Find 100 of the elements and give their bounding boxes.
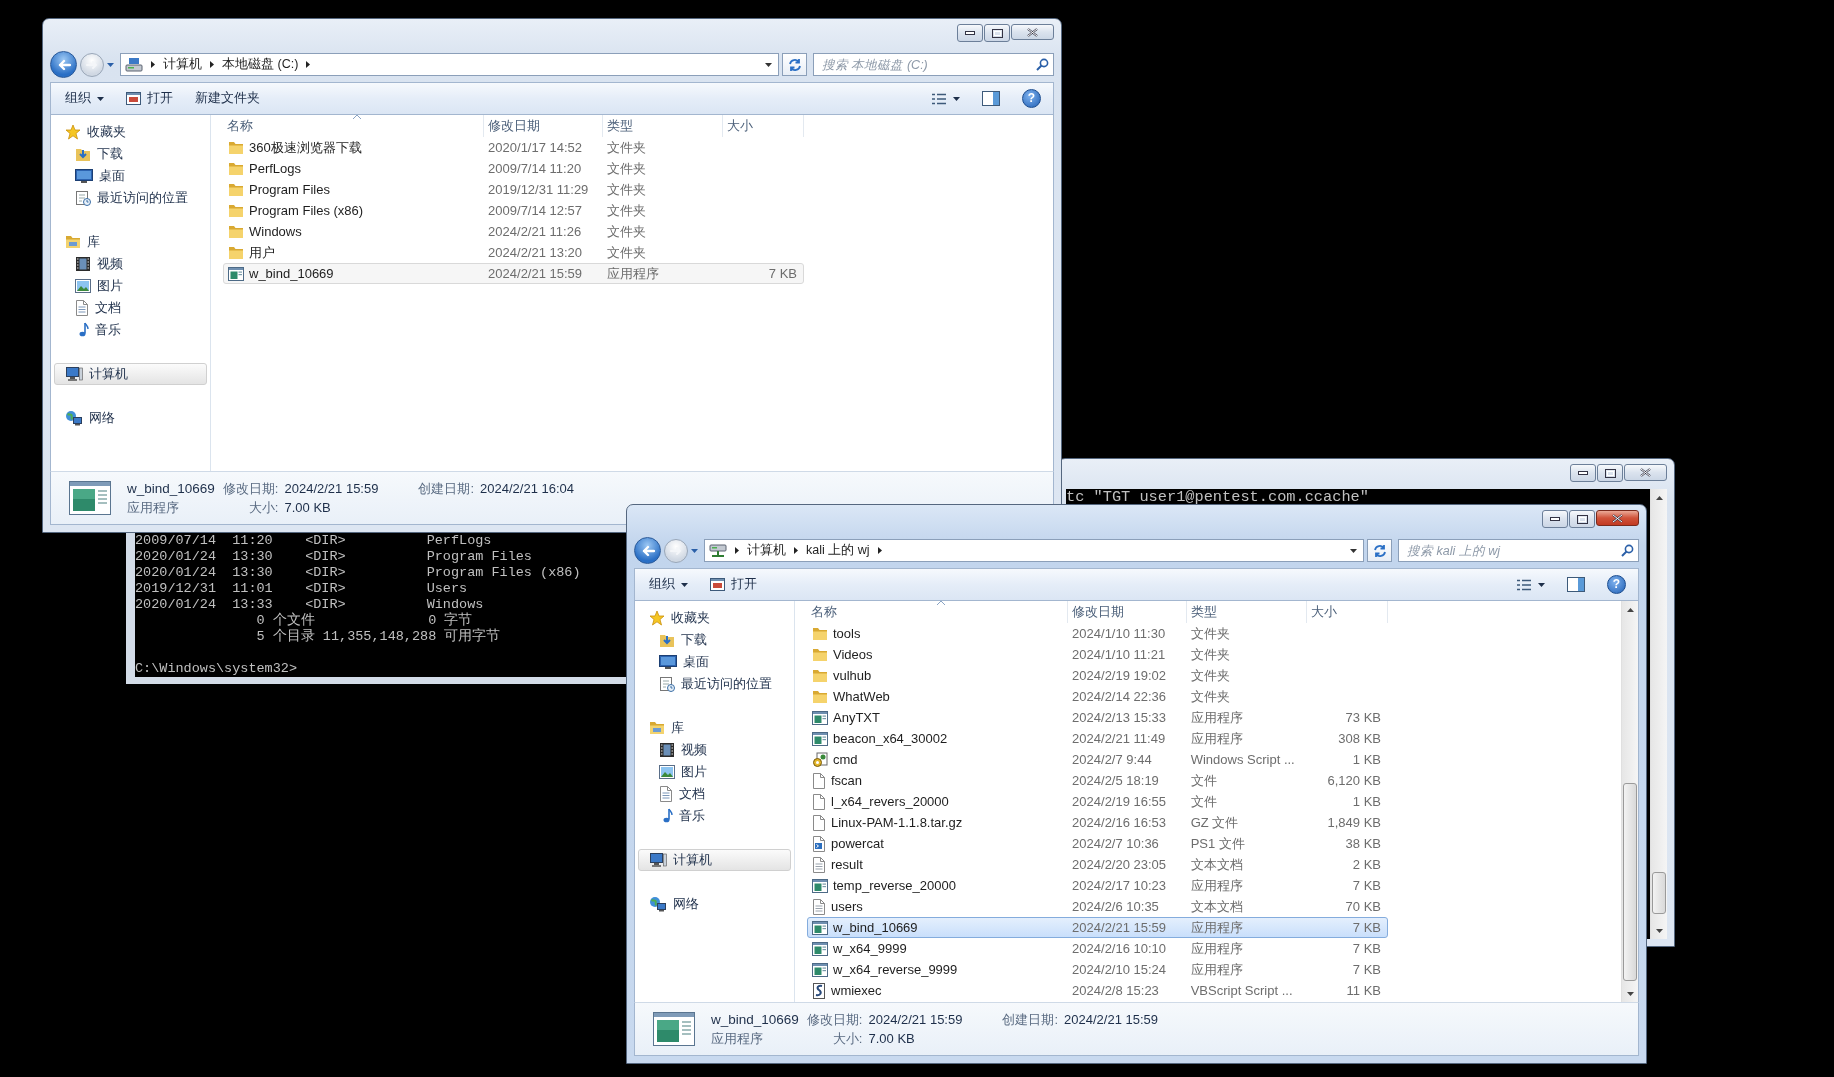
nav-item[interactable]: 图片 [638, 761, 791, 783]
nav-item[interactable]: 最近访问的位置 [638, 673, 791, 695]
nav-item[interactable]: 图片 [54, 275, 207, 297]
scroll-up-arrow-icon[interactable] [1626, 607, 1634, 612]
file-row[interactable]: users 2024/2/6 10:35 文本文档 70 KB [807, 896, 1388, 917]
nav-item[interactable]: 文档 [54, 297, 207, 319]
scrollbar-thumb[interactable] [1652, 872, 1666, 914]
breadcrumb-link[interactable]: 计算机 [163, 57, 202, 72]
file-row[interactable]: 用户 2024/2/21 13:20 文件夹 [223, 242, 804, 263]
toolbar-button[interactable]: 新建文件夹 [187, 88, 268, 109]
file-row[interactable]: l_x64_revers_20000 2024/2/19 16:55 文件 1 KB [807, 791, 1388, 812]
breadcrumb-link[interactable]: 本地磁盘 (C:) [222, 57, 299, 72]
menu-button[interactable]: 组织 [641, 574, 696, 595]
scrollbar[interactable] [1621, 601, 1638, 1002]
close-button[interactable] [1596, 510, 1639, 526]
nav-item[interactable]: 收藏夹 [54, 121, 207, 143]
file-row[interactable]: result 2024/2/20 23:05 文本文档 2 KB [807, 854, 1388, 875]
file-row[interactable]: Linux-PAM-1.1.8.tar.gz 2024/2/16 16:53 GZ 文件 1,849 KB [807, 812, 1388, 833]
column-header[interactable]: 大小 [723, 115, 804, 137]
breadcrumb-link[interactable]: kali 上的 wj [806, 543, 870, 558]
address-bar[interactable]: 计算机 kali 上的 wj [704, 539, 1364, 562]
close-button[interactable] [1011, 24, 1054, 40]
nav-item[interactable]: 桌面 [638, 651, 791, 673]
file-row[interactable]: vulhub 2024/2/19 19:02 文件夹 [807, 665, 1388, 686]
nav-item[interactable]: 视频 [54, 253, 207, 275]
scrollbar-thumb[interactable] [1623, 783, 1637, 982]
file-row[interactable]: w_bind_10669 2024/2/21 15:59 应用程序 7 KB [807, 917, 1388, 938]
file-row[interactable]: WhatWeb 2024/2/14 22:36 文件夹 [807, 686, 1388, 707]
chevron-icon[interactable] [876, 546, 883, 555]
nav-item[interactable]: 下载 [54, 143, 207, 165]
file-row[interactable]: w_x64_reverse_9999 2024/2/10 15:24 应用程序 7 KB [807, 959, 1388, 980]
search-field[interactable]: 搜索 本地磁盘 (C:) [813, 53, 1054, 76]
modified-date: 2020/1/17 14:52 [488, 139, 583, 155]
file-row[interactable]: cmd 2024/2/7 9:44 Windows Script ... 1 KB [807, 749, 1388, 770]
refresh-button[interactable] [1367, 539, 1392, 562]
file-name: Linux-PAM-1.1.8.tar.gz [831, 814, 963, 831]
column-header[interactable]: 名称 [223, 115, 484, 137]
column-header[interactable]: 名称 [807, 601, 1068, 623]
refresh-button[interactable] [782, 53, 807, 76]
chevron-icon[interactable] [305, 60, 312, 69]
nav-item[interactable]: 网络 [54, 407, 207, 429]
nav-item[interactable]: 收藏夹 [638, 607, 791, 629]
file-row[interactable]: wmiexec 2024/2/8 15:23 VBScript Script ... 11 KB [807, 980, 1388, 1001]
file-row[interactable]: 360极速浏览器下载 2020/1/17 14:52 文件夹 [223, 137, 804, 158]
column-header[interactable]: 类型 [1187, 601, 1307, 623]
column-header[interactable]: 修改日期 [484, 115, 603, 137]
nav-item[interactable]: 桌面 [54, 165, 207, 187]
maximize-button[interactable] [1597, 464, 1623, 482]
nav-item[interactable]: 视频 [638, 739, 791, 761]
chevron-icon[interactable] [150, 60, 156, 69]
nav-item[interactable]: 文档 [638, 783, 791, 805]
nav-item[interactable]: 下载 [638, 629, 791, 651]
open-button[interactable]: 打开 [118, 88, 181, 109]
file-row[interactable]: PerfLogs 2009/7/14 11:20 文件夹 [223, 158, 804, 179]
nav-item[interactable]: 最近访问的位置 [54, 187, 207, 209]
back-button[interactable] [634, 537, 661, 564]
file-row[interactable]: beacon_x64_30002 2024/2/21 11:49 应用程序 308 KB [807, 728, 1388, 749]
nav-item[interactable]: 计算机 [54, 363, 207, 385]
minimize-button[interactable] [957, 24, 983, 42]
column-header[interactable]: 类型 [603, 115, 723, 137]
scroll-up-arrow-icon[interactable] [1655, 495, 1663, 500]
column-header[interactable]: 修改日期 [1068, 601, 1187, 623]
file-row[interactable]: Program Files (x86) 2009/7/14 12:57 文件夹 [223, 200, 804, 221]
maximize-button[interactable] [984, 24, 1010, 42]
file-row[interactable]: Program Files 2019/12/31 11:29 文件夹 [223, 179, 804, 200]
minimize-button[interactable] [1542, 510, 1568, 528]
nav-item[interactable]: 库 [54, 231, 207, 253]
file-row[interactable]: Windows 2024/2/21 11:26 文件夹 [223, 221, 804, 242]
menu-button[interactable]: 组织 [57, 88, 112, 109]
scroll-down-arrow-icon[interactable] [1626, 991, 1634, 996]
chevron-icon[interactable] [793, 546, 799, 555]
nav-item[interactable]: 音乐 [54, 319, 207, 341]
maximize-button[interactable] [1569, 510, 1595, 528]
column-header[interactable]: 大小 [1307, 601, 1388, 623]
file-row[interactable]: fscan 2024/2/5 18:19 文件 6,120 KB [807, 770, 1388, 791]
address-bar[interactable]: 计算机 本地磁盘 (C:) [120, 53, 779, 76]
file-row[interactable]: w_x64_9999 2024/2/16 10:10 应用程序 7 KB [807, 938, 1388, 959]
file-row[interactable]: temp_reverse_20000 2024/2/17 10:23 应用程序 7 KB [807, 875, 1388, 896]
nav-item[interactable]: 计算机 [638, 849, 791, 871]
file-row[interactable]: Videos 2024/1/10 11:21 文件夹 [807, 644, 1388, 665]
back-button[interactable] [50, 51, 77, 78]
file-row[interactable]: AnyTXT 2024/2/13 15:33 应用程序 73 KB [807, 707, 1388, 728]
scrollbar[interactable] [1650, 489, 1667, 939]
nav-item[interactable]: 网络 [638, 893, 791, 915]
open-button[interactable]: 打开 [702, 574, 765, 595]
minimize-button[interactable] [1570, 464, 1596, 482]
nav-item[interactable]: 库 [638, 717, 791, 739]
folder-icon [228, 245, 244, 260]
close-button[interactable] [1624, 464, 1667, 481]
file-row[interactable]: powercat 2024/2/7 10:36 PS1 文件 38 KB [807, 833, 1388, 854]
arrow-right-icon [670, 545, 682, 556]
file-row[interactable]: tools 2024/1/10 11:30 文件夹 [807, 623, 1388, 644]
chevron-icon[interactable] [734, 546, 740, 555]
file-row[interactable]: w_bind_10669 2024/2/21 15:59 应用程序 7 KB [223, 263, 804, 284]
scroll-down-arrow-icon[interactable] [1655, 928, 1663, 933]
minimize-icon [1550, 517, 1560, 521]
chevron-icon[interactable] [209, 60, 215, 69]
search-field[interactable]: 搜索 kali 上的 wj [1398, 539, 1639, 562]
nav-item[interactable]: 音乐 [638, 805, 791, 827]
breadcrumb-link[interactable]: 计算机 [747, 543, 786, 558]
